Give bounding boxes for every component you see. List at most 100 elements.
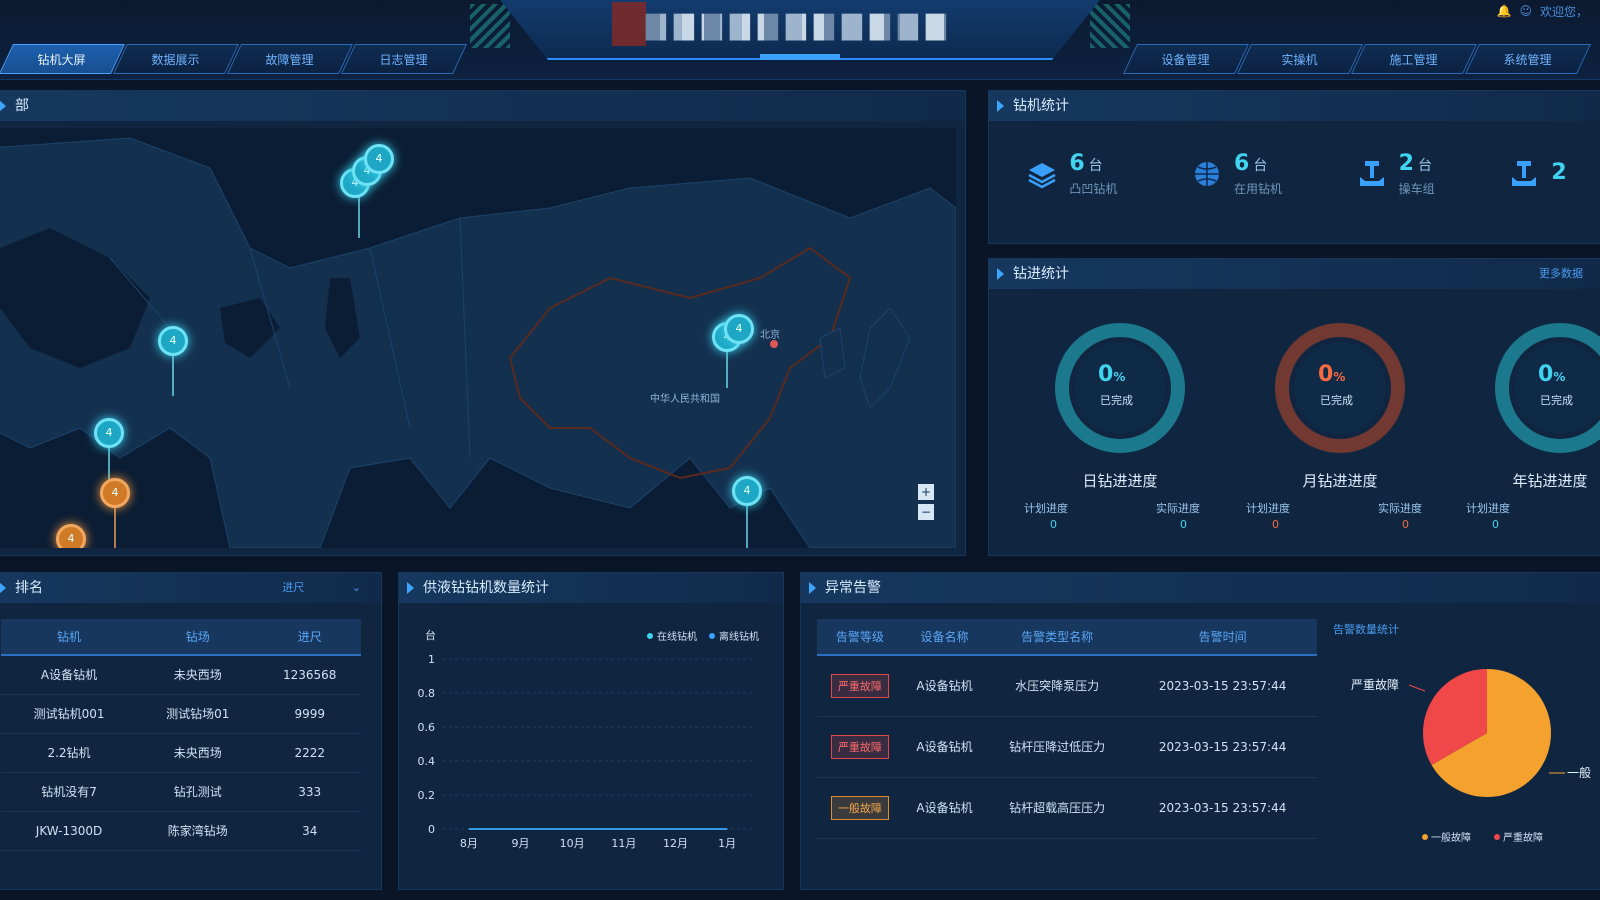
- progress-stats-title: 钻进统计: [1013, 266, 1069, 282]
- legend-online: 在线钻机: [657, 630, 697, 643]
- table-cell: 未央西场: [137, 655, 259, 695]
- title-glow-bar: [760, 54, 840, 60]
- pie-label-severe: 严重故障: [1351, 677, 1399, 692]
- chart-panel-header: 供液钻钻机数量统计: [399, 573, 783, 603]
- table-cell: 2023-03-15 23:57:44: [1128, 655, 1317, 717]
- pie-legend-marker-severe: [1494, 834, 1500, 840]
- capital-marker: [770, 340, 778, 348]
- drill-stats-row: 6台 凸凹钻机 6台 在用钻机 2台 操车组 2: [989, 121, 1600, 197]
- table-row[interactable]: 测试钻机001 测试钻场01 9999: [1, 694, 361, 734]
- header-decoration-left: [470, 4, 510, 48]
- user-area[interactable]: 🔔 ☺ 欢迎您，: [1497, 0, 1588, 22]
- table-header: 告警时间: [1128, 619, 1317, 656]
- line-chart: 台 在线钻机 离线钻机 0 0.2 0.4 0.6 0.8 1 8月 9月 10月 11月 12月 1…: [418, 628, 760, 850]
- rank-table: 钻机 钻场 进尺 A设备钻机 未央西场 1236568 测试钻机001 测试钻场01 9…: [1, 619, 361, 851]
- rank-table-wrap: 钻机 钻场 进尺 A设备钻机 未央西场 1236568 测试钻机001 测试钻场01 9…: [0, 603, 381, 851]
- stat-label: 凸凹钻机: [1069, 182, 1118, 196]
- day-progress-ring: [1050, 318, 1190, 458]
- alarm-panel: 异常告警 告警等级 设备名称 告警类型名称 告警时间 严重故障 A设备钻机 水压…: [800, 572, 1600, 890]
- rank-filter-select[interactable]: 进尺 ⌄: [282, 573, 361, 603]
- stat-item: 6台 凸凹钻机: [1025, 151, 1117, 197]
- ring-foot-left-value: 0: [1050, 518, 1057, 531]
- stat-item: 2: [1507, 151, 1570, 197]
- table-header: 钻场: [137, 619, 259, 656]
- status-badge: 严重故障: [830, 673, 889, 698]
- table-cell: 未央西场: [137, 733, 259, 773]
- pie-legend-general: 一般故障: [1431, 831, 1471, 844]
- map-pin[interactable]: 4: [732, 476, 762, 506]
- rank-panel: 排名 进尺 ⌄ 钻机 钻场 进尺 A设备钻机 未央西场 1236568 测试钻机00…: [0, 572, 382, 890]
- tab-drill-screen[interactable]: 钻机大屏: [0, 44, 125, 74]
- pie-legend-marker-general: [1422, 834, 1428, 840]
- more-data-link[interactable]: 更多数据: [1539, 259, 1583, 289]
- table-cell: 2.2钻机: [1, 733, 138, 773]
- month-progress-ring: [1270, 318, 1410, 458]
- ring-foot-right-value: 0: [1180, 518, 1187, 531]
- globe-icon: [1190, 157, 1224, 191]
- tab-construction-management[interactable]: 施工管理: [1351, 44, 1477, 74]
- pin-stem: [114, 506, 116, 548]
- ring-title: 日钻进进度: [1082, 472, 1158, 490]
- tab-practice-machine[interactable]: 实操机: [1237, 44, 1363, 74]
- user-icon[interactable]: ☺: [1519, 4, 1532, 18]
- tab-system-management[interactable]: 系统管理: [1465, 44, 1591, 74]
- drill-stats-header: 钻机统计: [989, 91, 1600, 121]
- alarm-table-wrap: 告警等级 设备名称 告警类型名称 告警时间 严重故障 A设备钻机 水压突降泵压力…: [817, 619, 1317, 839]
- table-header: 告警等级: [817, 619, 903, 656]
- y-tick-label: 0.8: [418, 687, 436, 700]
- world-map[interactable]: 中华人民共和国 北京 4 4 4 4 4 4 4 4 4 4 + −: [0, 128, 956, 548]
- table-row[interactable]: A设备钻机 未央西场 1236568: [1, 655, 361, 695]
- table-cell: 钻杆压降过低压力: [986, 716, 1129, 778]
- ring-sub: 已完成: [1540, 394, 1573, 407]
- map-pin[interactable]: 4: [158, 326, 188, 356]
- pin-stem: [726, 348, 728, 388]
- map-panel-header: 部: [0, 91, 965, 121]
- table-row[interactable]: 严重故障 A设备钻机 钻杆压降过低压力 2023-03-15 23:57:44: [817, 716, 1317, 778]
- map-pin-warning[interactable]: 4: [56, 524, 86, 548]
- legend-marker-offline: [709, 633, 715, 639]
- zoom-out-button[interactable]: −: [918, 504, 934, 520]
- y-tick-label: 1: [428, 653, 435, 666]
- table-cell: 一般故障: [817, 777, 903, 839]
- ring-foot-left: 计划进度: [1246, 502, 1290, 515]
- welcome-text: 欢迎您，: [1539, 4, 1588, 19]
- stat-label: 操车组: [1398, 182, 1435, 196]
- status-badge: 一般故障: [830, 795, 889, 820]
- ring-foot-left-value: 0: [1272, 518, 1279, 531]
- table-row[interactable]: 一般故障 A设备钻机 钻杆超载高压压力 2023-03-15 23:57:44: [817, 777, 1317, 839]
- table-row[interactable]: 钻机没有7 钻孔测试 333: [1, 772, 361, 812]
- legend-marker-online: [647, 633, 653, 639]
- table-cell: 测试钻场01: [137, 694, 259, 734]
- table-row[interactable]: 严重故障 A设备钻机 水压突降泵压力 2023-03-15 23:57:44: [817, 655, 1317, 717]
- pie-leader-line: [1408, 684, 1426, 692]
- map-pin[interactable]: 4: [364, 144, 394, 174]
- table-row[interactable]: 2.2钻机 未央西场 2222: [1, 733, 361, 773]
- progress-stats-header: 钻进统计 更多数据: [989, 259, 1600, 289]
- drill-count-chart-panel: 供液钻钻机数量统计 台 在线钻机 离线钻机 0 0.2 0.4 0.6 0.8 1 8月 9月…: [398, 572, 784, 890]
- stat-item: 2台 操车组: [1355, 151, 1435, 197]
- tab-log-management[interactable]: 日志管理: [341, 44, 467, 74]
- x-tick-label: 1月: [718, 837, 736, 850]
- bell-icon[interactable]: 🔔: [1497, 4, 1512, 18]
- x-tick-label: 11月: [611, 837, 636, 850]
- table-cell: 钻孔测试: [137, 772, 259, 812]
- zoom-in-button[interactable]: +: [918, 484, 934, 500]
- chart-grid: 0 0.2 0.4 0.6 0.8 1 8月 9月 10月 11月 12月 1月: [418, 653, 753, 850]
- table-cell: 9999: [258, 694, 361, 734]
- map-svg: [0, 128, 956, 548]
- ring-percent: 0%: [1318, 362, 1346, 387]
- y-axis-unit: 台: [425, 628, 436, 642]
- y-tick-label: 0.4: [418, 755, 436, 768]
- table-row[interactable]: JKW-1300D 陈家湾钻场 34: [1, 811, 361, 851]
- ring-percent: 0%: [1538, 362, 1566, 387]
- tab-data-display[interactable]: 数据展示: [113, 44, 239, 74]
- map-pin[interactable]: 4: [724, 314, 754, 344]
- tab-fault-management[interactable]: 故障管理: [227, 44, 353, 74]
- drill-stats-panel: 钻机统计 6台 凸凹钻机 6台 在用钻机 2台 操车组 2: [988, 90, 1600, 244]
- stat-item: 6台 在用钻机: [1190, 151, 1282, 197]
- stat-value: 6: [1069, 151, 1085, 176]
- table-cell: 严重故障: [817, 655, 903, 717]
- map-pin[interactable]: 4: [94, 418, 124, 448]
- tab-device-management[interactable]: 设备管理: [1123, 44, 1249, 74]
- map-pin-warning[interactable]: 4: [100, 478, 130, 508]
